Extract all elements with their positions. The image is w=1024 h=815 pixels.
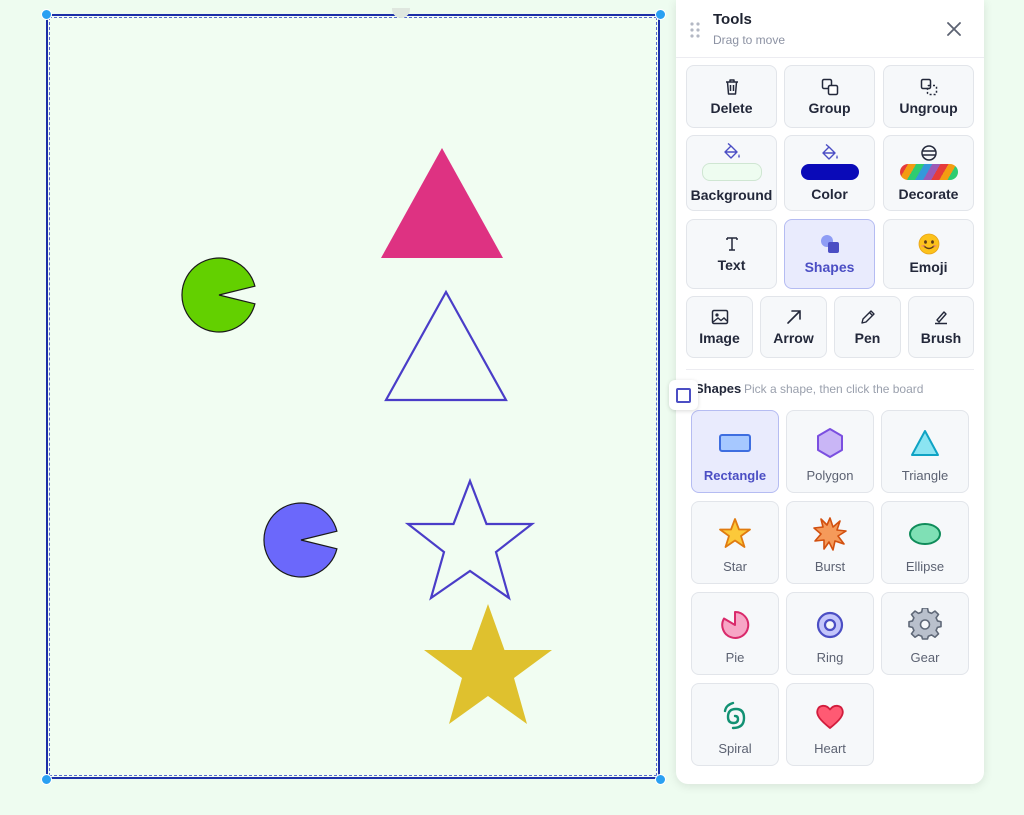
shape-label: Star: [723, 559, 747, 574]
background-button[interactable]: Background: [686, 135, 777, 211]
tools-panel[interactable]: Tools Drag to move Delete Group Ungroup: [676, 0, 984, 784]
ungroup-label: Ungroup: [899, 99, 958, 116]
delete-button[interactable]: Delete: [686, 65, 777, 128]
group-label: Group: [808, 99, 851, 116]
background-swatch: [701, 163, 762, 181]
text-label: Text: [717, 257, 746, 273]
shape-label: Polygon: [806, 468, 854, 483]
shape-label: Spiral: [718, 741, 752, 756]
shapes-button[interactable]: Shapes: [784, 219, 875, 289]
shape-ring[interactable]: Ring: [786, 592, 874, 675]
purple-pie-shape[interactable]: [263, 502, 338, 578]
shapes-icon: [820, 235, 839, 253]
pen-label: Pen: [854, 330, 881, 346]
pie-icon: [721, 610, 750, 639]
ellipse-icon: [909, 523, 941, 545]
shape-rectangle[interactable]: Rectangle: [691, 410, 779, 493]
shapes-section-title: Shapes: [695, 381, 742, 396]
tools-panel-header[interactable]: Tools Drag to move: [676, 0, 984, 58]
arrow-label: Arrow: [773, 330, 814, 346]
color-swatch: [800, 164, 859, 180]
emoji-button[interactable]: Emoji: [883, 219, 974, 289]
shape-label: Rectangle: [703, 468, 767, 483]
rectangle-icon: [719, 434, 751, 452]
shape-ellipse[interactable]: Ellipse: [881, 501, 969, 584]
paint-bucket-icon: [821, 144, 838, 160]
image-label: Image: [699, 330, 740, 346]
shape-label: Pie: [725, 650, 745, 665]
shape-spiral[interactable]: Spiral: [691, 683, 779, 766]
color-button[interactable]: Color: [784, 135, 875, 211]
shape-burst[interactable]: Burst: [786, 501, 874, 584]
background-label: Background: [690, 187, 773, 203]
pattern-icon: [920, 145, 937, 161]
pen-button[interactable]: Pen: [834, 296, 901, 358]
decorate-label: Decorate: [898, 186, 959, 202]
panel-title: Tools: [713, 11, 752, 28]
brush-label: Brush: [920, 330, 962, 346]
image-icon: [711, 309, 728, 325]
trash-icon: [725, 78, 738, 95]
green-pie-shape[interactable]: [181, 257, 256, 333]
rectangle-icon: [676, 387, 691, 403]
polygon-icon: [817, 428, 843, 458]
shape-label: Burst: [814, 559, 846, 574]
gold-star-shape[interactable]: [424, 604, 552, 724]
emoji-icon: [918, 233, 939, 255]
panel-subtitle: Drag to move: [713, 33, 786, 47]
outline-triangle-shape[interactable]: [384, 289, 508, 402]
shapes-section-hint: Pick a shape, then click the board: [744, 382, 924, 396]
triangle-icon: [911, 430, 939, 456]
delete-label: Delete: [710, 99, 753, 116]
panel-divider: [686, 369, 974, 370]
gear-icon: [908, 608, 942, 640]
paint-bucket-icon: [723, 143, 740, 159]
decorate-swatch: [899, 164, 958, 180]
shape-triangle[interactable]: Triangle: [881, 410, 969, 493]
close-button[interactable]: [942, 17, 966, 41]
shape-gear[interactable]: Gear: [881, 592, 969, 675]
shape-label: Triangle: [901, 468, 949, 483]
group-button[interactable]: Group: [784, 65, 875, 128]
emoji-label: Emoji: [909, 259, 948, 275]
arrow-button[interactable]: Arrow: [760, 296, 827, 358]
pen-icon: [860, 310, 875, 324]
color-label: Color: [811, 186, 848, 202]
board-shapes-layer: [181, 148, 552, 724]
selected-shape-indicator: [669, 380, 698, 410]
spiral-icon: [723, 701, 746, 730]
arrow-icon: [786, 310, 801, 324]
shape-heart[interactable]: Heart: [786, 683, 874, 766]
shape-star[interactable]: Star: [691, 501, 779, 584]
outline-star-shape[interactable]: [404, 477, 536, 601]
shape-pie[interactable]: Pie: [691, 592, 779, 675]
group-icon: [821, 78, 838, 95]
star-icon: [719, 518, 751, 548]
close-icon: [947, 22, 961, 36]
brush-button[interactable]: Brush: [908, 296, 974, 358]
ungroup-button[interactable]: Ungroup: [883, 65, 974, 128]
decorate-button[interactable]: Decorate: [883, 135, 974, 211]
pink-triangle-shape[interactable]: [381, 148, 503, 258]
text-cursor-icon: [725, 237, 738, 251]
shapes-label: Shapes: [804, 259, 855, 275]
shape-label: Heart: [814, 741, 846, 756]
image-button[interactable]: Image: [686, 296, 753, 358]
shape-label: Ring: [816, 650, 844, 665]
heart-icon: [816, 704, 844, 729]
shape-polygon[interactable]: Polygon: [786, 410, 874, 493]
burst-icon: [813, 517, 847, 551]
drag-handle-icon[interactable]: [690, 22, 700, 38]
text-button[interactable]: Text: [686, 219, 777, 289]
shape-label: Gear: [910, 650, 940, 665]
shape-label: Ellipse: [905, 559, 945, 574]
ring-icon: [816, 611, 844, 639]
ungroup-icon: [920, 78, 937, 95]
brush-icon: [935, 311, 947, 325]
